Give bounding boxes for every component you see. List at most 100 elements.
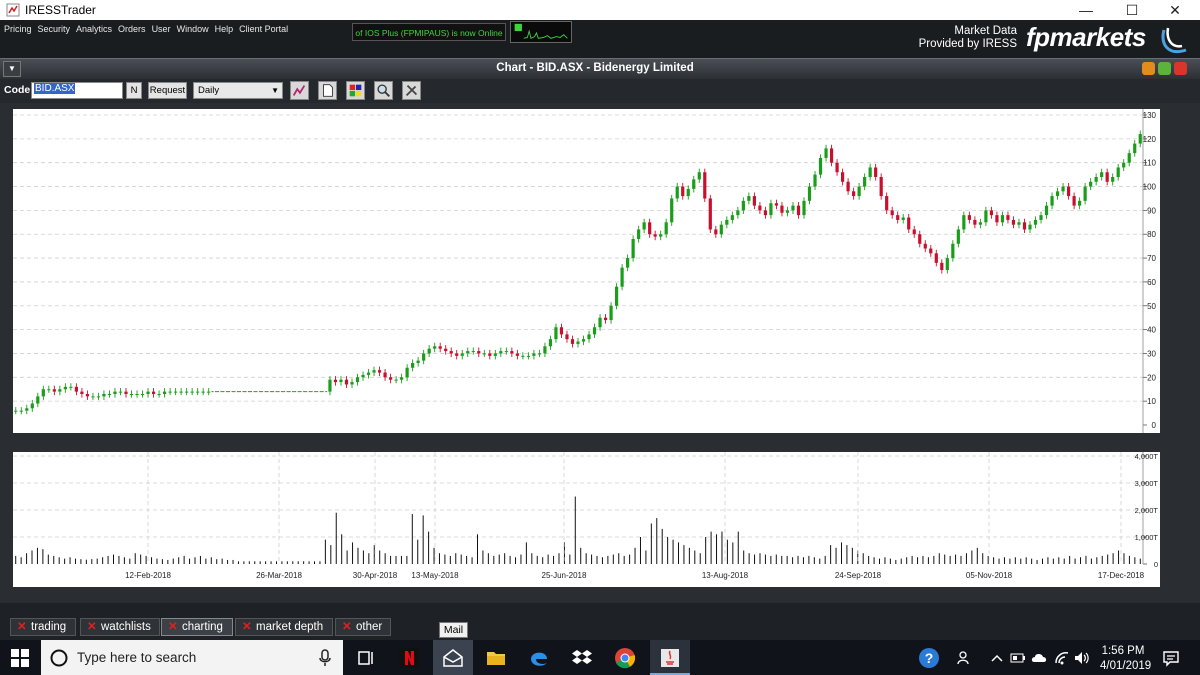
tab-label: charting — [182, 621, 223, 633]
menu-security[interactable]: Security — [38, 24, 71, 34]
price-candle — [1017, 222, 1021, 225]
price-candle — [846, 181, 850, 192]
new-button[interactable]: N — [126, 82, 142, 99]
tab-close-icon[interactable]: ✕ — [168, 619, 178, 635]
windows-start-icon[interactable] — [10, 648, 30, 668]
tab-watchlists[interactable]: ✕ watchlists — [80, 618, 160, 636]
chrome-icon[interactable] — [614, 647, 636, 669]
mail-icon — [443, 649, 463, 667]
price-candle — [951, 243, 955, 259]
wifi-icon[interactable] — [1053, 647, 1071, 669]
task-view-icon[interactable] — [355, 647, 377, 669]
price-candle — [499, 351, 503, 354]
volume-icon[interactable] — [1073, 647, 1091, 669]
color-palette-icon[interactable] — [346, 81, 365, 100]
price-candle — [333, 379, 338, 383]
price-candle — [543, 346, 547, 354]
connection-status: of IOS Plus (FPMIPAUS) is now Online — [352, 23, 506, 41]
cloud-icon[interactable] — [1030, 647, 1048, 669]
price-candle — [162, 391, 167, 394]
tools-icon[interactable] — [402, 81, 421, 100]
menu-user[interactable]: User — [152, 24, 171, 34]
zoom-icon[interactable] — [374, 81, 393, 100]
edge-browser-icon[interactable] — [528, 647, 550, 669]
taskbar-search-box[interactable]: Type here to search — [41, 640, 343, 675]
file-explorer-icon[interactable] — [485, 647, 507, 669]
price-candle — [488, 353, 492, 356]
price-candle — [923, 243, 927, 249]
price-candle — [416, 360, 420, 363]
menu-help[interactable]: Help — [215, 24, 234, 34]
notifications-icon[interactable] — [1162, 647, 1180, 669]
chart-style-icon[interactable] — [290, 81, 309, 100]
battery-icon[interactable] — [1010, 647, 1026, 669]
system-clock[interactable]: 1:56 PM 4/01/2019 — [1100, 644, 1151, 674]
price-candle — [113, 391, 117, 394]
price-candle — [41, 389, 45, 397]
volume-chart[interactable]: 0 1,000T 2,000T 3,000T 4,000T 12-Feb-2018 26-M… — [13, 452, 1160, 587]
tab-other[interactable]: ✕ other — [335, 618, 391, 636]
price-candle — [835, 162, 839, 173]
mail-taskbar-button[interactable] — [433, 640, 473, 675]
microphone-icon[interactable] — [319, 649, 331, 667]
menu-window[interactable]: Window — [177, 24, 209, 34]
market-data-line1: Market Data — [954, 25, 1017, 37]
date-axis-label: 12-Feb-2018 — [125, 571, 171, 580]
price-candle — [124, 391, 128, 394]
chart-area: 0 10 20 30 40 50 60 70 80 90 100 110 120 130 0 1,000T 2… — [0, 103, 1200, 603]
market-data-credit: Market Data Provided by IRESS — [905, 25, 1017, 51]
tab-trading[interactable]: ✕ trading — [10, 618, 76, 636]
tab-close-icon[interactable]: ✕ — [87, 619, 97, 635]
window-minimize-dot[interactable] — [1142, 62, 1155, 75]
price-candle — [179, 391, 183, 393]
people-icon[interactable] — [956, 647, 974, 669]
window-maximize-dot[interactable] — [1158, 62, 1171, 75]
price-chart[interactable]: 0 10 20 30 40 50 60 70 80 90 100 110 120 130 — [13, 109, 1160, 433]
document-icon[interactable] — [318, 81, 337, 100]
price-candle — [945, 258, 949, 270]
price-candle — [868, 167, 872, 177]
window-close-dot[interactable] — [1174, 62, 1187, 75]
close-button[interactable]: ✕ — [1152, 0, 1198, 20]
request-button[interactable]: Request — [148, 82, 187, 99]
minimize-button[interactable]: — — [1063, 0, 1109, 20]
price-candle — [614, 286, 619, 306]
tab-close-icon[interactable]: ✕ — [17, 619, 27, 635]
price-candle — [361, 374, 365, 378]
iress-taskbar-button[interactable] — [650, 640, 690, 675]
menu-client-portal[interactable]: Client Portal — [239, 24, 288, 34]
dropbox-icon[interactable] — [571, 647, 593, 669]
price-axis-label: 80 — [1147, 230, 1156, 239]
help-icon[interactable]: ? — [918, 647, 940, 669]
price-axis-label: 30 — [1147, 349, 1156, 358]
price-candle — [697, 172, 701, 180]
price-candle — [19, 410, 23, 412]
code-input[interactable]: BID.ASX — [31, 82, 123, 99]
tab-market-depth[interactable]: ✕ market depth — [235, 618, 333, 636]
price-candle — [703, 172, 707, 199]
menu-analytics[interactable]: Analytics — [76, 24, 112, 34]
price-candle — [168, 391, 172, 393]
maximize-button[interactable]: ☐ — [1109, 0, 1155, 20]
tab-close-icon[interactable]: ✕ — [242, 619, 252, 635]
windows-taskbar: Type here to search ? 1:56 PM 4/01/2019 — [0, 640, 1200, 675]
price-candle — [874, 167, 878, 177]
period-select[interactable]: Daily ▼ — [193, 82, 283, 99]
price-candle — [526, 355, 530, 357]
pane-divider[interactable] — [13, 437, 1160, 443]
price-candle — [80, 391, 84, 394]
menu-pricing[interactable]: Pricing — [4, 24, 32, 34]
menu-orders[interactable]: Orders — [118, 24, 146, 34]
price-candle — [708, 198, 712, 230]
tab-close-icon[interactable]: ✕ — [342, 619, 352, 635]
show-hidden-icons-icon[interactable] — [990, 647, 1004, 669]
price-candle — [388, 377, 393, 380]
tab-charting[interactable]: ✕ charting — [161, 618, 233, 636]
price-axis-label: 120 — [1143, 135, 1157, 144]
price-candle — [1006, 215, 1010, 220]
price-axis-label: 20 — [1147, 373, 1156, 382]
price-candle — [1111, 177, 1115, 182]
price-candle — [1078, 200, 1082, 206]
netflix-icon[interactable] — [398, 647, 420, 669]
price-candle — [1127, 153, 1131, 163]
